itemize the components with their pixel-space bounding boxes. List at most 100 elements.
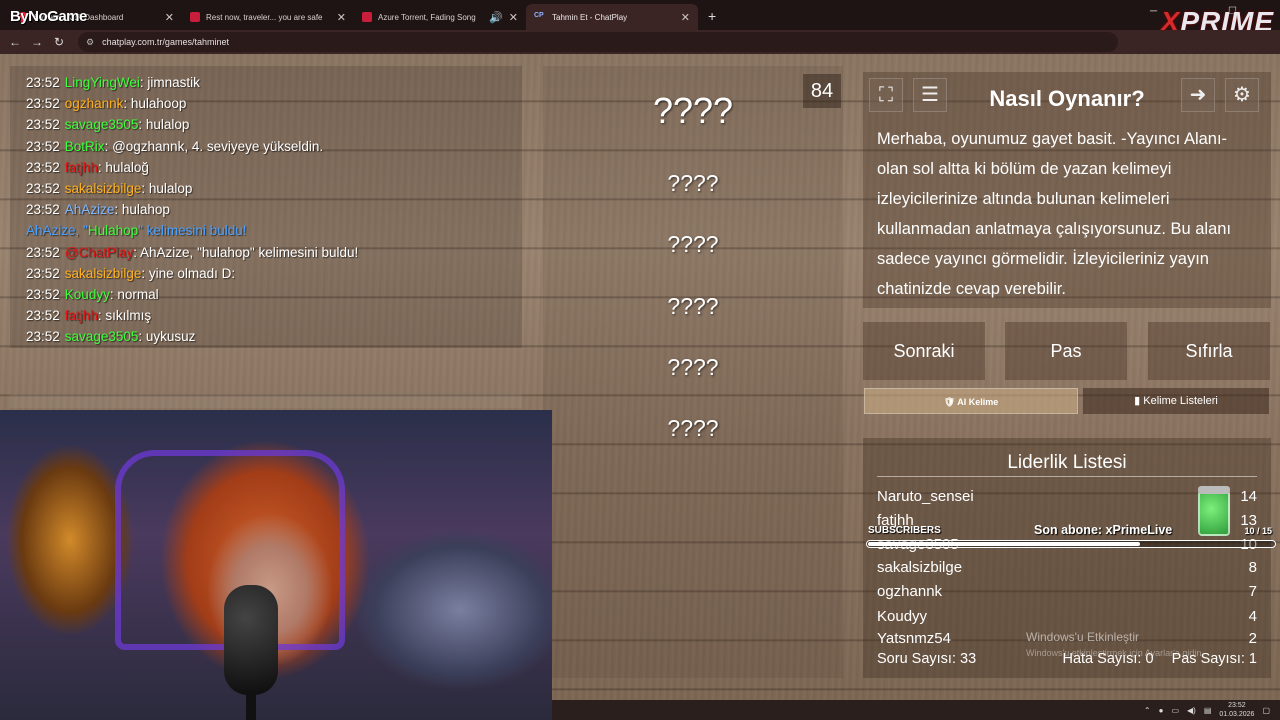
chat-message: 23:52 savage3505: uykusuz [26,326,522,347]
windows-taskbar: ⌃ ● ▭ ◀) ▤ 23:52 01.03.2026 ▢ [552,700,1280,720]
microphone-icon [224,585,278,720]
next-button[interactable]: Sonraki [863,322,985,380]
chat-username[interactable]: sakalsizbilge [65,266,142,281]
browser-tab-bar: Stream - Kick Dashboard ✕ Rest now, trav… [0,0,1280,30]
settings-gear-icon[interactable]: ⚙ [1225,78,1259,112]
streamer-area-panel [10,394,522,408]
forbidden-word: ???? [667,354,719,380]
leaderboard-row: Koudyy 4 [877,608,1257,625]
reset-button[interactable]: Sıfırla [1148,322,1270,380]
chat-username[interactable]: Koudyy [65,287,110,302]
how-to-play-panel: ⛶ ☰ Nasıl Oynanır? ➜ ⚙ Merhaba, oyunumuz… [863,72,1271,308]
robot-icon: 🛡 [943,397,958,407]
chat-message: 23:52 fatjhh: sıkılmış [26,305,522,326]
chat-message: 23:52 ogzhannk: hulahoop [26,93,522,114]
forbidden-word: ???? [667,293,719,319]
pass-button[interactable]: Pas [1005,322,1127,380]
divider [877,476,1257,477]
chat-message: 23:52 sakalsizbilge: yine olmadı D: [26,263,522,284]
chat-username[interactable]: LingYingWei [65,75,140,90]
chat-text: : hulalop [141,180,193,196]
notification-icon[interactable]: ▢ [1262,706,1270,715]
leaderboard-row: ogzhannk 7 [877,583,1257,600]
close-icon[interactable]: ✕ [337,11,346,24]
chat-timestamp: 23:52 [26,159,60,175]
chevron-up-icon[interactable]: ⌃ [1144,706,1151,715]
chat-text: : jimnastik [139,75,200,90]
webcam-feed [0,410,552,720]
chat-timestamp: 23:52 [26,286,60,302]
new-tab-button[interactable]: + [698,8,726,30]
chat-timestamp: 23:52 [26,329,60,345]
microphone-tray-icon[interactable]: ● [1159,706,1164,715]
chat-username[interactable]: fatjhh [65,160,98,175]
last-subscriber: Son abone: xPrimeLive [1034,523,1173,537]
chat-text: : hulaloğ [97,159,149,175]
volume-icon[interactable]: ◀) [1187,706,1196,715]
close-icon[interactable]: ✕ [509,11,518,24]
youtube-favicon-icon [362,12,372,22]
chat-text: : hulalop [138,117,190,133]
streamer-brand-logo: ByNoGame [10,8,87,25]
leaderboard-title: Liderlik Listesi [1007,452,1127,473]
target-word: ???? [652,90,734,131]
chat-username[interactable]: ogzhannk [65,96,124,111]
site-info-icon[interactable]: ⚙ [86,37,94,48]
taskbar-clock[interactable]: 23:52 01.03.2026 [1219,701,1254,719]
ai-word-button[interactable]: 🛡 AI Kelime [864,388,1078,414]
exit-icon[interactable]: ➜ [1181,78,1215,112]
minimize-icon[interactable]: ─ [1150,6,1157,17]
chat-message: 23:52 Koudyy: normal [26,284,522,305]
windows-activation-title: Windows'u Etkinleştir [1026,630,1139,644]
speaker-icon: 🔊 [489,11,503,24]
keyboard-icon[interactable]: ▤ [1204,706,1212,715]
subscribers-label: SUBSCRIBERS [868,525,941,536]
reload-icon[interactable]: ↻ [48,35,70,49]
chat-timestamp: 23:52 [26,308,60,324]
chat-text: : AhAzize, "hulahop" kelimesini buldu! [133,244,359,260]
chat-username[interactable]: savage3505 [65,117,139,132]
close-icon[interactable]: ✕ [681,11,690,24]
chat-timestamp: 23:52 [26,117,60,133]
network-icon[interactable]: ▭ [1171,706,1179,715]
chat-system-message: AhAzize, "Hulahop" kelimesini buldu! [26,223,247,239]
chat-username[interactable]: @ChatPlay [65,245,133,260]
subscriber-count: 10 / 15 [1244,526,1272,536]
chat-text: : @ogzhannk, 4. seviyeye yükseldin. [104,138,324,154]
close-icon[interactable]: ✕ [165,11,174,24]
tab-rest-now[interactable]: Rest now, traveler... you are safe ✕ [182,4,354,30]
chat-timestamp: 23:52 [26,244,60,260]
chat-username[interactable]: fatjhh [65,308,98,323]
back-arrow-icon[interactable]: ← [4,35,26,49]
chatplay-favicon-icon: CP [534,12,544,19]
how-to-play-text: Merhaba, oyunumuz gayet basit. -Yayıncı … [877,130,1232,298]
chat-text: : normal [109,286,159,302]
forward-arrow-icon[interactable]: → [26,35,48,49]
tab-azure-torrent[interactable]: Azure Torrent, Fading Song 🔊 ✕ [354,4,526,30]
chat-timestamp: 23:52 [26,138,60,154]
chat-username[interactable]: sakalsizbilge [65,181,142,196]
subscriber-progress-fill [868,542,1141,546]
chat-timestamp: 23:52 [26,265,60,281]
tab-tahmin-et[interactable]: CP Tahmin Et - ChatPlay ✕ [526,4,698,30]
chat-timestamp: 23:52 [26,202,60,218]
chat-text: : yine olmadı D: [141,265,236,281]
chat-username[interactable]: savage3505 [65,329,139,344]
subscriber-goal-overlay: SUBSCRIBERS Son abone: xPrimeLive 10 / 1… [866,520,1278,556]
tab-label: Rest now, traveler... you are safe [206,12,323,22]
chat-username[interactable]: BotRix [65,139,105,154]
chat-panel: 23:52 LingYingWei: jimnastik 23:52 ogzhannk… [10,66,522,348]
word-lists-button[interactable]: ▮ Kelime Listeleri [1083,388,1269,414]
word-panel: 84 ???? ???? ???? ???? ???? ???? [543,66,843,678]
subscriber-progress-bar [866,540,1276,548]
chat-timestamp: 23:52 [26,75,60,90]
chat-message: 23:52 sakalsizbilge: hulalop [26,178,522,199]
chat-username[interactable]: AhAzize [65,202,115,217]
url-text: chatplay.com.tr/games/tahminet [102,37,229,47]
leaderboard-row: sakalsizbilge 8 [877,559,1257,576]
chat-text: : hulahoop [123,96,187,112]
chat-message: 23:52 LingYingWei: jimnastik [26,72,522,93]
forbidden-word: ???? [667,231,719,257]
url-field[interactable]: ⚙ chatplay.com.tr/games/tahminet [78,32,1118,52]
chat-text: : uykusuz [138,329,196,345]
